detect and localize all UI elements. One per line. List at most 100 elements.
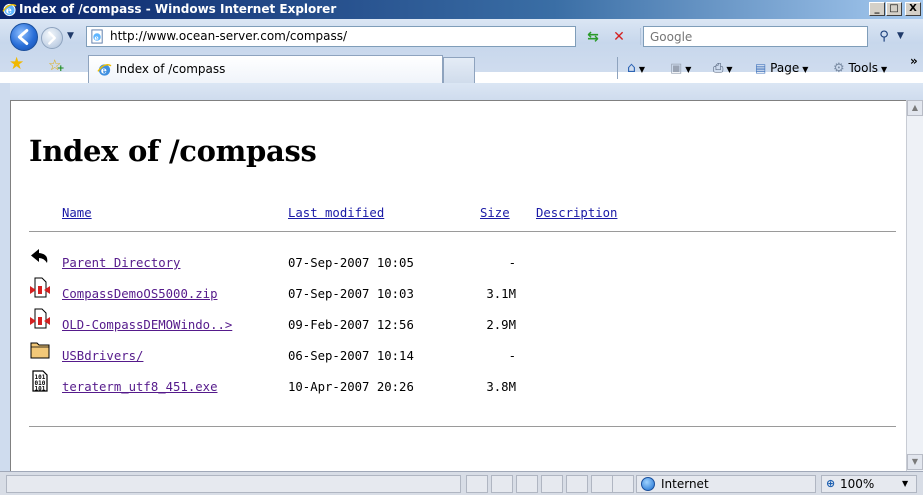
table-row-size: 3.1M	[486, 287, 516, 301]
scroll-up-arrow-icon: ▲	[911, 103, 919, 112]
status-cell	[541, 475, 563, 493]
table-row-link[interactable]: OLD-CompassDEMOWindo..>	[62, 318, 232, 332]
table-row-modified: 09-Feb-2007 12:56	[288, 318, 414, 332]
refresh-icon: ⇆	[587, 29, 599, 45]
page-content: Index of /compass Name Last modified Siz…	[10, 100, 906, 471]
favorites-center-button[interactable]: ★	[9, 54, 24, 74]
page-title: Index of /compass	[29, 134, 317, 168]
table-row-size: -	[508, 349, 516, 363]
status-cell	[591, 475, 613, 493]
search-options-dropdown[interactable]: ▼	[897, 31, 904, 41]
print-dropdown-arrow: ▼	[726, 65, 733, 74]
column-header-description[interactable]: Description	[536, 206, 617, 220]
footer-divider	[29, 426, 896, 427]
binary-file-icon: 101 010 101	[32, 370, 48, 393]
back-button[interactable]	[10, 23, 38, 51]
scroll-up-button[interactable]: ▲	[907, 100, 923, 116]
add-to-favorites-button[interactable]: ☆ +	[48, 56, 65, 74]
star-icon: ★	[9, 54, 25, 74]
column-header-last-modified[interactable]: Last modified	[288, 206, 384, 220]
plus-icon: +	[57, 64, 65, 74]
status-cell	[516, 475, 538, 493]
minimize-button[interactable]: _	[869, 2, 885, 16]
page-menu-button[interactable]: ▤ Page ▼	[755, 58, 808, 78]
address-bar[interactable]: e http://www.ocean-server.com/compass/ ▼	[86, 26, 652, 47]
globe-icon	[641, 477, 655, 491]
security-zone-label: Internet	[661, 477, 709, 491]
status-text	[6, 475, 461, 493]
home-dropdown-arrow: ▼	[638, 65, 646, 74]
maximize-button[interactable]: □	[886, 2, 902, 16]
status-cell	[612, 475, 634, 493]
security-zone[interactable]: Internet	[636, 475, 816, 493]
table-row-size: -	[508, 256, 516, 270]
tab-label: Index of /compass	[116, 62, 226, 76]
content-frame-left	[0, 83, 10, 471]
search-button[interactable]: ⚲	[873, 26, 895, 47]
recent-pages-dropdown[interactable]: ▼	[67, 31, 74, 41]
home-icon: ⌂	[627, 60, 636, 76]
table-row-modified: 06-Sep-2007 10:14	[288, 349, 414, 363]
tools-menu-button[interactable]: ⚙ Tools ▼	[833, 58, 887, 78]
home-button[interactable]: ⌂ ▼	[627, 58, 645, 78]
title-bar: e Index of /compass - Windows Internet E…	[0, 0, 923, 19]
compressed-file-icon	[30, 308, 50, 329]
internet-explorer-icon: e	[97, 63, 112, 77]
stop-button[interactable]: ✕	[608, 27, 630, 47]
table-row-modified: 10-Apr-2007 20:26	[288, 380, 414, 394]
table-row-link[interactable]: CompassDemoOS5000.zip	[62, 287, 217, 301]
rss-feed-icon: ▣	[670, 61, 683, 76]
zoom-control[interactable]: ⊕ 100% ▼	[821, 475, 917, 493]
status-cell	[466, 475, 488, 493]
search-box[interactable]	[643, 26, 868, 47]
print-button[interactable]: ⎙ ▼	[713, 58, 733, 78]
page-dropdown-arrow: ▼	[802, 65, 809, 74]
internet-explorer-icon: e	[2, 3, 17, 17]
zoom-icon: ⊕	[826, 477, 836, 490]
tab-index-of-compass[interactable]: e Index of /compass	[88, 55, 443, 83]
back-arrow-icon	[17, 29, 29, 45]
feeds-button[interactable]: ▣ ▼	[670, 58, 691, 78]
header-divider	[29, 231, 896, 232]
page-menu-label: Page	[770, 61, 800, 75]
tools-dropdown-arrow: ▼	[881, 65, 888, 74]
content-frame-top	[0, 83, 923, 100]
svg-text:e: e	[95, 34, 99, 42]
table-row-link[interactable]: USBdrivers/	[62, 349, 143, 363]
status-bar: Internet ⊕ 100% ▼	[0, 471, 923, 495]
status-cell	[566, 475, 588, 493]
stop-icon: ✕	[613, 29, 625, 45]
command-bar-separator	[617, 57, 618, 79]
more-commands-chevron-icon[interactable]: »	[910, 54, 918, 68]
zoom-dropdown-arrow: ▼	[902, 479, 909, 488]
table-row-modified: 07-Sep-2007 10:05	[288, 256, 414, 270]
window-title: Index of /compass - Windows Internet Exp…	[19, 2, 337, 16]
search-input[interactable]	[644, 27, 844, 46]
page-icon: ▤	[755, 61, 767, 75]
new-tab-button[interactable]	[443, 57, 475, 83]
folder-icon	[30, 342, 50, 359]
refresh-button[interactable]: ⇆	[582, 27, 604, 47]
page-icon: e	[91, 29, 103, 44]
vertical-scrollbar[interactable]: ▲ ▼	[906, 100, 923, 471]
table-row-size: 2.9M	[486, 318, 516, 332]
table-row-link[interactable]: Parent Directory	[62, 256, 180, 270]
back-arrow-icon	[31, 249, 48, 263]
svg-text:101: 101	[35, 386, 46, 393]
feeds-dropdown-arrow: ▼	[685, 65, 692, 74]
compressed-file-icon	[30, 277, 50, 298]
scroll-down-button[interactable]: ▼	[907, 454, 923, 470]
zoom-level: 100%	[840, 477, 875, 491]
column-header-size[interactable]: Size	[480, 206, 510, 220]
gear-icon: ⚙	[833, 61, 845, 76]
table-row-link[interactable]: teraterm_utf8_451.exe	[62, 380, 217, 394]
scroll-down-arrow-icon: ▼	[911, 457, 919, 466]
printer-icon: ⎙	[713, 61, 724, 76]
close-button[interactable]: X	[905, 2, 921, 16]
status-cell	[491, 475, 513, 493]
table-row-modified: 07-Sep-2007 10:03	[288, 287, 414, 301]
forward-button[interactable]	[41, 27, 63, 49]
forward-arrow-icon	[48, 31, 56, 45]
magnifier-icon: ⚲	[879, 29, 889, 44]
column-header-name[interactable]: Name	[62, 206, 92, 220]
